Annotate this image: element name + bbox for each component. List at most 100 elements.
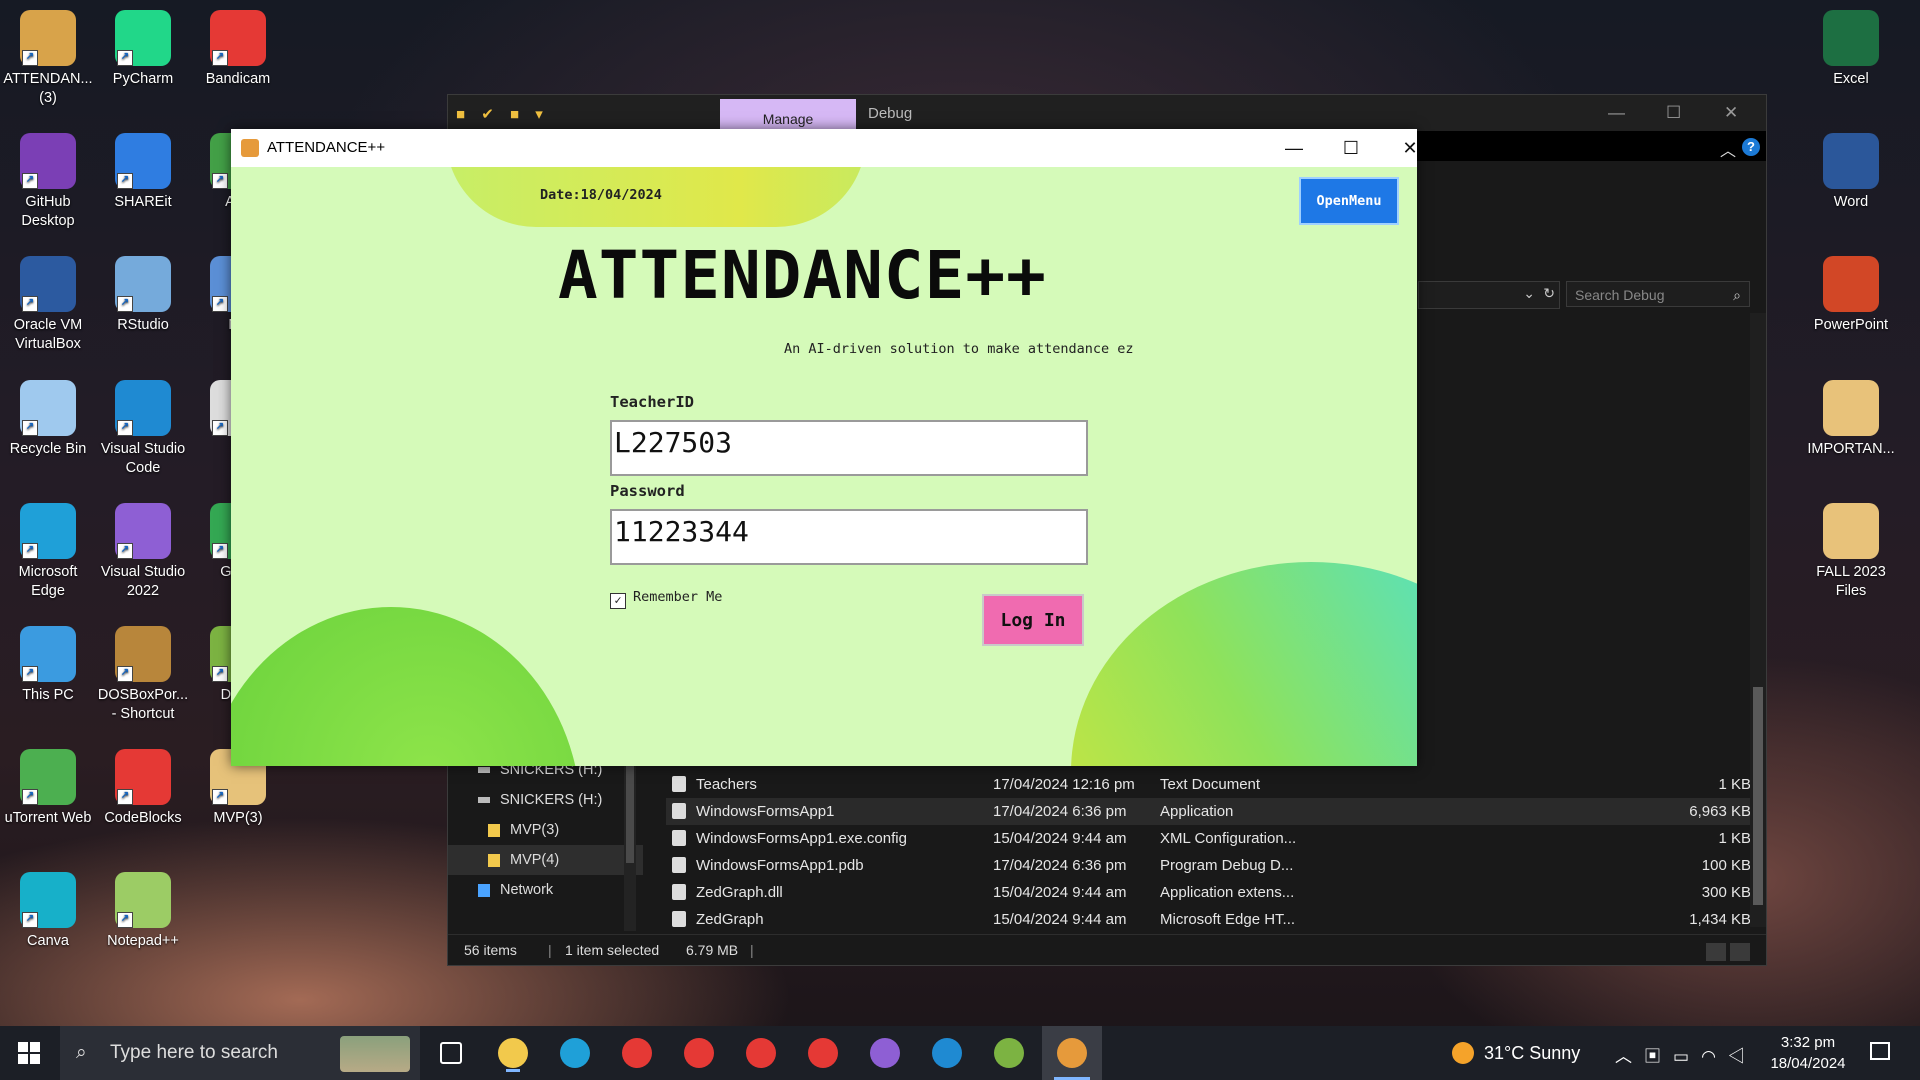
file-row[interactable]: ZedGraph.dll 15/04/2024 9:44 am Applicatio… xyxy=(666,879,1751,906)
weather-widget[interactable]: 31°C Sunny xyxy=(1452,1026,1580,1080)
search-input[interactable]: Search Debug ⌕ xyxy=(1566,281,1750,307)
desktop-icon-label: This PC xyxy=(22,687,74,703)
refresh-icon[interactable]: ↻ xyxy=(1543,285,1555,302)
desktop-icon[interactable]: ↗ Visual Studio 2022 xyxy=(95,503,191,601)
desktop-icon[interactable]: ↗ Bandicam xyxy=(190,10,286,89)
vscode-icon[interactable] xyxy=(928,1034,966,1072)
desktop-icon[interactable]: ↗ DOSBoxPor... - Shortcut xyxy=(95,626,191,724)
close-icon[interactable]: ✕ xyxy=(1387,134,1433,162)
teacher-id-field[interactable]: L227503 xyxy=(610,420,1088,476)
file-list-scrollbar[interactable] xyxy=(1750,313,1766,927)
desktop-icon[interactable]: ↗ CodeBlocks xyxy=(95,749,191,828)
system-tray[interactable]: ︿▣▭◠◁ xyxy=(1615,1042,1757,1067)
chrome-icon[interactable] xyxy=(742,1034,780,1072)
file-date: 15/04/2024 9:44 am xyxy=(993,830,1127,847)
status-size: 6.79 MB xyxy=(686,942,739,958)
desktop-icon[interactable]: ↗ RStudio xyxy=(95,256,191,335)
minimize-icon[interactable]: — xyxy=(1608,103,1625,123)
file-icon xyxy=(672,803,686,819)
app-shortcut-icon xyxy=(1823,256,1879,312)
taskbar-clock[interactable]: 3:32 pm 18/04/2024 xyxy=(1768,1032,1848,1074)
file-icon xyxy=(672,830,686,846)
network-icon xyxy=(478,883,490,897)
login-form: Date:18/04/2024 OpenMenu ATTENDANCE++ An… xyxy=(231,167,1417,766)
desktop-icon[interactable]: PowerPoint xyxy=(1803,256,1899,335)
nav-item[interactable]: MVP(3) xyxy=(448,815,643,845)
desktop-icon[interactable]: ↗ This PC xyxy=(0,626,96,705)
attendance-app-icon[interactable] xyxy=(1042,1026,1102,1080)
attendance-app-window[interactable]: ATTENDANCE++ — ☐ ✕ Date:18/04/2024 OpenM… xyxy=(231,129,1418,766)
visual-studio-icon[interactable] xyxy=(866,1034,904,1072)
log-in-button[interactable]: Log In xyxy=(982,594,1084,646)
desktop-icon[interactable]: ↗ Canva xyxy=(0,872,96,951)
file-row[interactable]: ZedGraph 15/04/2024 9:44 am Microsoft Edge… xyxy=(666,906,1751,933)
checkbox-checked-icon[interactable]: ✓ xyxy=(610,593,626,609)
tiles-view-icon[interactable] xyxy=(1730,943,1750,961)
desktop-icon[interactable]: ↗ Notepad++ xyxy=(95,872,191,951)
desktop-icon[interactable]: ↗ GitHub Desktop xyxy=(0,133,96,231)
minimize-icon[interactable]: — xyxy=(1271,134,1317,162)
view-toggle[interactable] xyxy=(1702,941,1752,961)
desktop-icon[interactable]: Word xyxy=(1803,133,1899,212)
notification-icon[interactable] xyxy=(1870,1042,1890,1060)
nav-item[interactable]: SNICKERS (H:) xyxy=(448,785,643,815)
clock-time: 3:32 pm xyxy=(1780,1034,1836,1051)
nav-item[interactable]: Network xyxy=(448,875,643,905)
address-bar[interactable]: ⌄ ↻ xyxy=(1418,281,1560,309)
camera-icon[interactable]: ▣ xyxy=(1644,1047,1673,1066)
taskbar-app-glyph xyxy=(498,1038,528,1068)
file-explorer-icon[interactable] xyxy=(494,1034,532,1072)
task-view-icon[interactable] xyxy=(432,1034,470,1072)
desktop-icon[interactable]: ↗ Recycle Bin xyxy=(0,380,96,459)
details-view-icon[interactable] xyxy=(1706,943,1726,961)
android-app-icon[interactable] xyxy=(990,1034,1028,1072)
close-icon[interactable]: ✕ xyxy=(1724,103,1738,123)
shortcut-arrow-icon: ↗ xyxy=(22,912,38,928)
help-icon[interactable]: ? xyxy=(1742,138,1760,156)
file-type: Program Debug D... xyxy=(1160,857,1294,874)
open-menu-button[interactable]: OpenMenu xyxy=(1299,177,1399,225)
desktop-icon[interactable]: ↗ ATTENDAN... (3) xyxy=(0,10,96,108)
desktop-icon[interactable]: Excel xyxy=(1803,10,1899,89)
chevron-up-icon[interactable]: ︿ xyxy=(1615,1047,1644,1066)
desktop-icon[interactable]: ↗ SHAREit xyxy=(95,133,191,212)
remember-me-checkbox[interactable]: ✓ Remember Me xyxy=(610,589,722,609)
desktop-icon-label: Microsoft Edge xyxy=(18,564,78,599)
windows-start-icon[interactable] xyxy=(18,1042,40,1064)
edge-icon[interactable] xyxy=(556,1034,594,1072)
desktop-icon[interactable]: ↗ uTorrent Web xyxy=(0,749,96,828)
battery-icon[interactable]: ▭ xyxy=(1673,1047,1701,1066)
quick-access-toolbar[interactable]: ■ ✔ ■ ▾ xyxy=(456,105,549,123)
file-row[interactable]: WindowsFormsApp1.pdb 17/04/2024 6:36 pm Pr… xyxy=(666,852,1751,879)
tab-debug[interactable]: Debug xyxy=(868,105,912,122)
desktop-icon[interactable]: ↗ Microsoft Edge xyxy=(0,503,96,601)
app-titlebar: ATTENDANCE++ — ☐ ✕ xyxy=(231,129,1418,167)
file-row[interactable]: WindowsFormsApp1.exe.config 15/04/2024 9:… xyxy=(666,825,1751,852)
taskbar-search-input[interactable]: ⌕ Type here to search xyxy=(60,1026,420,1080)
desktop-icon[interactable]: FALL 2023 Files xyxy=(1803,503,1899,601)
password-field[interactable]: 11223344 xyxy=(610,509,1088,565)
file-row[interactable]: Teachers 17/04/2024 12:16 pm Text Document… xyxy=(666,771,1751,798)
tab-manage[interactable]: Manage xyxy=(720,99,856,131)
maximize-icon[interactable]: ☐ xyxy=(1328,134,1374,162)
file-row[interactable]: WindowsFormsApp1 17/04/2024 6:36 pm Applic… xyxy=(666,798,1751,825)
desktop-icon[interactable]: IMPORTAN... xyxy=(1803,380,1899,459)
app-heading: ATTENDANCE++ xyxy=(558,237,1047,314)
status-selected: 1 item selected xyxy=(565,942,660,958)
chevron-down-icon[interactable]: ⌄ xyxy=(1523,285,1535,302)
desktop-icon[interactable]: ↗ Oracle VM VirtualBox xyxy=(0,256,96,354)
maximize-icon[interactable]: ☐ xyxy=(1666,103,1681,123)
chrome-icon[interactable] xyxy=(680,1034,718,1072)
desktop-icon[interactable]: ↗ Visual Studio Code xyxy=(95,380,191,478)
chrome-icon[interactable] xyxy=(618,1034,656,1072)
desktop-icon[interactable]: ↗ PyCharm xyxy=(95,10,191,89)
volume-icon[interactable]: ◁ xyxy=(1728,1047,1757,1066)
chrome-icon[interactable] xyxy=(804,1034,842,1072)
shortcut-arrow-icon: ↗ xyxy=(22,789,38,805)
chevron-up-icon[interactable]: ︿ xyxy=(1720,137,1736,161)
nav-scrollbar[interactable] xyxy=(624,749,636,931)
nav-item[interactable]: MVP(4) xyxy=(448,845,643,875)
file-icon xyxy=(672,911,686,927)
wifi-icon[interactable]: ◠ xyxy=(1701,1047,1728,1066)
file-size: 1,434 KB xyxy=(1689,911,1751,928)
